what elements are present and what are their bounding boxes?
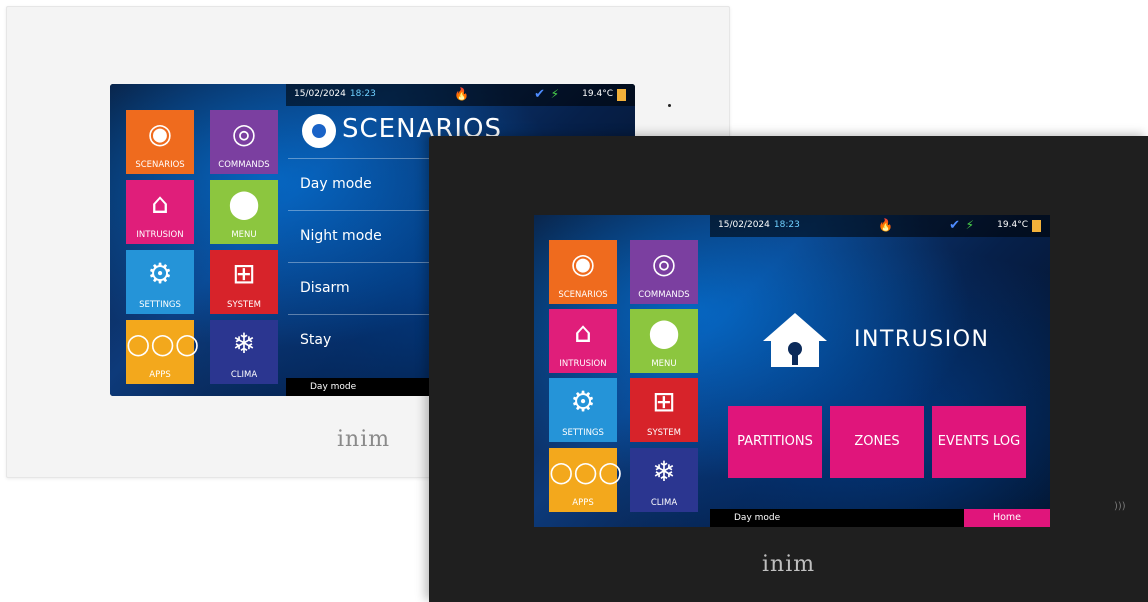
tile-label: APPS — [149, 370, 171, 380]
current-scenario: Day mode — [310, 382, 357, 392]
intrusion-title: INTRUSION — [854, 327, 990, 352]
black-touchscreen: 15/02/2024 18:23 🔥 ✔ ⚡ 19.4°C ◉ SCENARIOS… — [534, 215, 1050, 527]
tile-label: SETTINGS — [562, 428, 604, 438]
home-button[interactable]: Home — [964, 509, 1050, 527]
gear-icon: ⚙ — [570, 385, 596, 418]
tile-menu[interactable]: ⬤ MENU — [630, 309, 698, 373]
touch-icon: ◎ — [651, 247, 677, 280]
tile-label: COMMANDS — [218, 160, 270, 170]
tile-scenarios[interactable]: ◉ SCENARIOS — [126, 110, 194, 174]
house-icon: ⌂ — [574, 316, 592, 349]
network-icon: ⊞ — [652, 385, 676, 418]
scenarios-eye-icon — [302, 114, 336, 148]
sensor-dot — [668, 104, 671, 107]
tile-commands[interactable]: ◎ COMMANDS — [210, 110, 278, 174]
snowflake-icon: ❄ — [232, 327, 256, 360]
events-log-button[interactable]: EVENTS LOG — [932, 406, 1026, 478]
house-icon: ⌂ — [151, 187, 169, 220]
black-keypad-device: 15/02/2024 18:23 🔥 ✔ ⚡ 19.4°C ◉ SCENARIOS… — [429, 136, 1148, 602]
partitions-button[interactable]: PARTITIONS — [728, 406, 822, 478]
tile-label: SETTINGS — [139, 300, 181, 310]
tile-scenarios[interactable]: ◉ SCENARIOS — [549, 240, 617, 304]
temperature-readout: 19.4°C — [582, 89, 613, 99]
tile-label: COMMANDS — [638, 290, 690, 300]
snowflake-icon: ❄ — [652, 455, 676, 488]
fire-icon: 🔥 — [454, 87, 469, 101]
brand-logo: inim — [337, 427, 391, 452]
map-pin-icon: ⬤ — [648, 316, 680, 349]
eye-icon: ◉ — [147, 117, 173, 150]
tile-apps[interactable]: ○○○ APPS — [126, 320, 200, 384]
status-date: 15/02/2024 18:23 — [718, 220, 800, 230]
map-pin-icon: ⬤ — [228, 187, 260, 220]
tile-settings[interactable]: ⚙ SETTINGS — [549, 378, 617, 442]
status-date: 15/02/2024 18:23 — [294, 89, 376, 99]
status-time: 18:23 — [349, 89, 376, 99]
temperature-readout: 19.4°C — [997, 220, 1028, 230]
check-icon: ✔ — [534, 87, 545, 102]
scenario-item-label: Day mode — [300, 176, 372, 192]
status-bar: 15/02/2024 18:23 🔥 ✔ ⚡ 19.4°C — [286, 84, 635, 106]
tile-label: INTRUSION — [559, 359, 607, 369]
battery-icon — [1032, 220, 1041, 232]
status-bar: 15/02/2024 18:23 🔥 ✔ ⚡ 19.4°C — [710, 215, 1050, 237]
tile-label: SCENARIOS — [135, 160, 185, 170]
tile-label: MENU — [231, 230, 257, 240]
eye-icon: ◉ — [570, 247, 596, 280]
battery-icon — [617, 89, 626, 101]
scenario-item-label: Stay — [300, 332, 332, 348]
check-icon: ✔ — [949, 218, 960, 233]
tile-intrusion[interactable]: ⌂ INTRUSION — [126, 180, 194, 244]
tile-settings[interactable]: ⚙ SETTINGS — [126, 250, 194, 314]
dots-icon: ○○○ — [549, 455, 623, 488]
power-icon: ⚡ — [965, 218, 974, 232]
tile-label: APPS — [572, 498, 594, 508]
tile-intrusion[interactable]: ⌂ INTRUSION — [549, 309, 617, 373]
tile-clima[interactable]: ❄ CLIMA — [210, 320, 278, 384]
scenario-item-label: Night mode — [300, 228, 382, 244]
scenario-item-label: Disarm — [300, 280, 350, 296]
network-icon: ⊞ — [232, 257, 256, 290]
tile-menu[interactable]: ⬤ MENU — [210, 180, 278, 244]
tile-label: CLIMA — [230, 370, 258, 380]
tile-system[interactable]: ⊞ SYSTEM — [630, 378, 698, 442]
gear-icon: ⚙ — [147, 257, 173, 290]
tile-label: SCENARIOS — [558, 290, 608, 300]
tile-label: SYSTEM — [227, 300, 261, 310]
fire-icon: 🔥 — [878, 218, 893, 232]
house-icon — [763, 313, 827, 367]
current-scenario: Day mode — [734, 513, 781, 523]
status-time: 18:23 — [773, 220, 800, 230]
zones-button[interactable]: ZONES — [830, 406, 924, 478]
tile-label: MENU — [651, 359, 677, 369]
wireless-icon: ))) — [1114, 501, 1126, 512]
dots-icon: ○○○ — [126, 327, 200, 360]
power-icon: ⚡ — [550, 87, 559, 101]
tile-apps[interactable]: ○○○ APPS — [549, 448, 623, 512]
touch-icon: ◎ — [231, 117, 257, 150]
tile-clima[interactable]: ❄ CLIMA — [630, 448, 698, 512]
brand-logo: inim — [762, 552, 816, 577]
tile-label: SYSTEM — [647, 428, 681, 438]
tile-commands[interactable]: ◎ COMMANDS — [630, 240, 698, 304]
tile-system[interactable]: ⊞ SYSTEM — [210, 250, 278, 314]
tile-label: INTRUSION — [136, 230, 184, 240]
tile-label: CLIMA — [650, 498, 678, 508]
